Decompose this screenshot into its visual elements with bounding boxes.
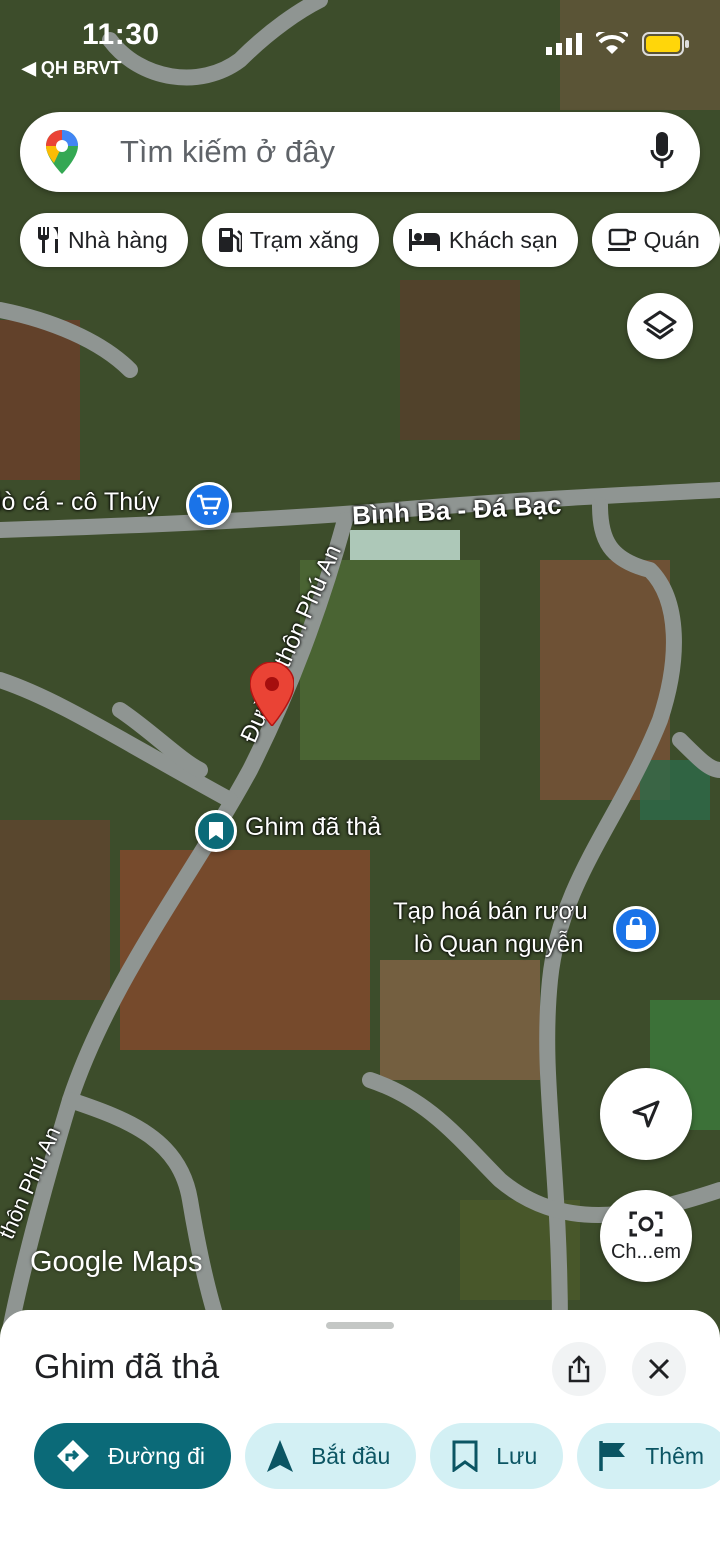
location-arrow-icon [632,1100,660,1128]
save-button[interactable]: Lưu [430,1423,564,1489]
dropped-pin-label: Ghim đã thả [245,813,382,841]
add-label-button[interactable]: Thêm [577,1423,720,1489]
gas-station-icon [218,227,242,253]
shopping-cart-icon [197,494,221,515]
cafe-icon [607,228,636,252]
directions-icon [56,1439,90,1473]
layers-icon [643,310,677,340]
chip-label: Trạm xăng [249,226,359,253]
sheet-drag-handle[interactable] [326,1322,394,1329]
navigation-arrow-icon [266,1440,293,1472]
camera-search-button[interactable]: Ch...em [600,1190,692,1282]
poi-label-shop-right-2[interactable]: lò Quan nguyễn [414,931,583,959]
chip-gas-stations[interactable]: Trạm xăng [201,213,379,267]
chip-label: Khách sạn [448,226,558,253]
shopping-bag-icon [626,917,646,940]
share-button[interactable] [552,1342,606,1396]
red-location-pin-icon[interactable] [250,662,294,726]
hotel-icon [408,229,441,251]
status-bar: 11:30 ◀ QH BRVT [0,0,720,90]
poi-marker-shop-right[interactable] [613,906,659,952]
start-button[interactable]: Bắt đầu [244,1423,417,1489]
close-icon [648,1358,670,1380]
action-label: Đường đi [108,1442,205,1469]
bookmark-icon [209,822,223,840]
chip-label: Quán [643,226,700,253]
flag-icon [599,1441,627,1471]
bookmark-icon [452,1440,478,1472]
battery-icon [642,32,689,56]
search-input[interactable]: Tìm kiếm ở đây [120,134,335,170]
layers-button[interactable] [627,293,693,359]
map-view[interactable]: 11:30 ◀ QH BRVT Tìm kiếm ở đây Nhà hàng [0,0,720,1330]
search-bar[interactable]: Tìm kiếm ở đây [20,112,700,192]
chip-cafes[interactable]: Quán [591,213,720,267]
category-chips: Nhà hàng Trạm xăng Khách sạn Quán [20,213,720,267]
dropped-pin-marker[interactable] [195,810,237,852]
poi-label-shop-right-1[interactable]: Tạp hoá bán rượu [393,898,588,926]
back-to-app-link[interactable]: ◀ QH BRVT [22,58,122,79]
my-location-button[interactable] [600,1068,692,1160]
place-title: Ghim đã thả [34,1348,220,1386]
signal-icon [546,33,582,55]
poi-label-shop-left[interactable]: iò cá - cô Thúy [0,488,160,517]
share-icon [568,1355,590,1383]
restaurant-icon [36,227,60,253]
chip-hotels[interactable]: Khách sạn [392,213,578,267]
bottom-sheet: Ghim đã thả Đường đi Bắt đầu Lưu Thêm [0,1310,720,1560]
microphone-icon[interactable] [650,132,674,172]
camera-button-label: Ch...em [610,1240,682,1263]
action-buttons: Đường đi Bắt đầu Lưu Thêm [34,1423,720,1489]
status-time: 11:30 [82,18,160,51]
chip-restaurants[interactable]: Nhà hàng [20,213,188,267]
action-label: Bắt đầu [310,1442,391,1469]
chip-label: Nhà hàng [68,226,168,253]
poi-marker-shop-left[interactable] [186,482,232,528]
lens-camera-icon [629,1211,663,1236]
google-maps-logo-icon [46,130,78,174]
directions-button[interactable]: Đường đi [34,1423,231,1489]
google-maps-watermark: Google Maps [30,1246,203,1278]
action-label: Lưu [496,1442,538,1469]
close-button[interactable] [632,1342,686,1396]
action-label: Thêm [645,1442,705,1469]
wifi-icon [596,32,628,54]
